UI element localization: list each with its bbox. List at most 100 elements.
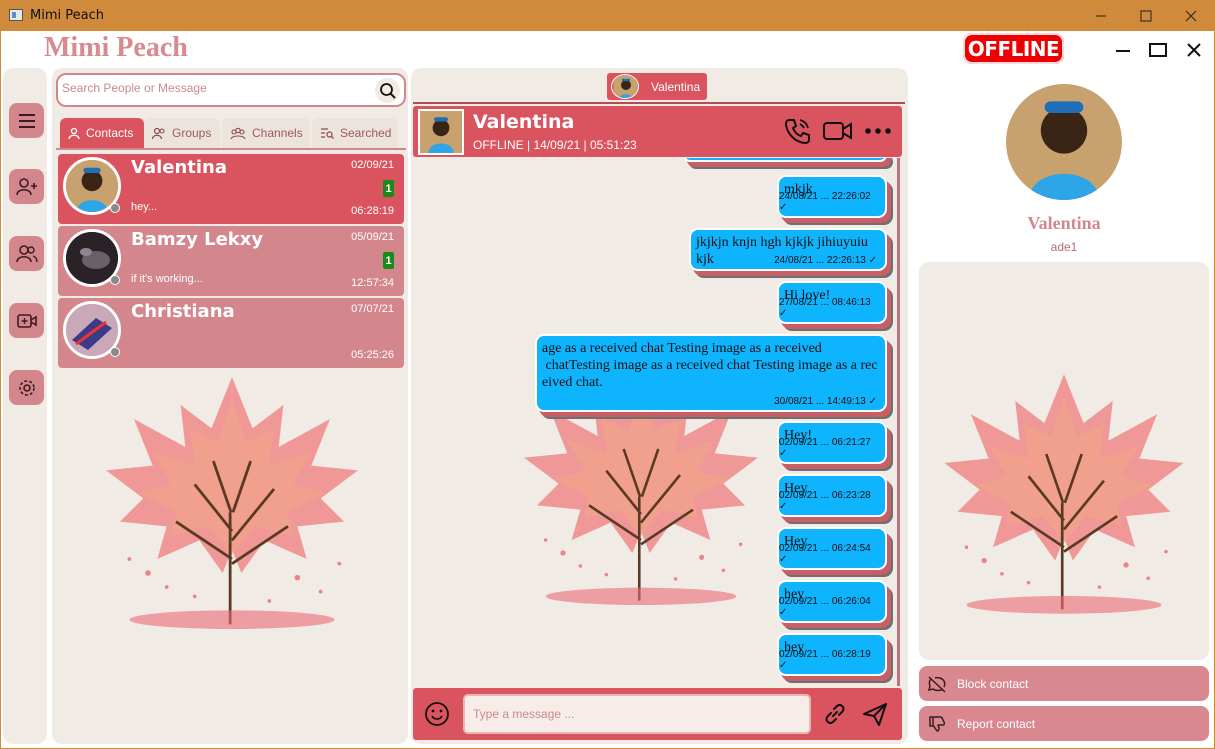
emoji-button[interactable] xyxy=(421,698,453,730)
more-options-button[interactable] xyxy=(861,115,895,147)
search-input[interactable] xyxy=(62,81,362,95)
tab-searched-label: Searched xyxy=(340,126,392,140)
chat-scrollbar[interactable] xyxy=(897,158,900,686)
people-group-icon xyxy=(230,127,246,139)
app-minimize-button[interactable] xyxy=(1111,38,1135,62)
profile-panel: Valentina ade1 Block contact Report cont… xyxy=(914,68,1214,744)
avatar xyxy=(611,74,639,99)
app-close-button[interactable] xyxy=(1182,38,1206,62)
unread-badge: 1 xyxy=(383,252,394,269)
close-icon xyxy=(1185,10,1197,21)
contact-date: 05/09/21 xyxy=(351,231,394,243)
last-message: if it's working... xyxy=(131,273,203,285)
message-bubble[interactable]: hey 02/09/21 ... 06:28:19 ✓ xyxy=(777,633,887,676)
message-meta: 24/08/21 ... 22:26:13 ✓ xyxy=(774,255,877,266)
message-bubble[interactable]: age as a received chat Testing image as … xyxy=(535,334,887,412)
person-icon xyxy=(68,127,80,139)
tab-searched[interactable]: Searched xyxy=(312,118,398,148)
contact-item-valentina[interactable]: Valentina 02/09/21 1 hey... 06:28:19 xyxy=(58,154,404,224)
message-bubble[interactable]: Hey 02/09/21 ... 06:23:28 ✓ xyxy=(777,474,887,517)
tab-groups[interactable]: Groups xyxy=(144,118,220,148)
minimize-button[interactable] xyxy=(1078,0,1124,31)
contact-date: 07/07/21 xyxy=(351,303,394,315)
send-button[interactable] xyxy=(859,698,891,730)
message-bubble[interactable]: Hey! 02/09/21 ... 06:21:27 ✓ xyxy=(777,421,887,464)
message-bubble[interactable]: jkjkjn knjn hgh kjkjk jihiuyuiu kjk 24/0… xyxy=(689,228,887,271)
message-bubble[interactable]: hey 02/09/21 ... 06:26:04 ✓ xyxy=(777,580,887,623)
message-text: age as a received chat Testing image as … xyxy=(542,340,878,391)
video-call-button[interactable] xyxy=(820,115,856,147)
message-meta: 30/08/21 ... 14:49:13 ✓ xyxy=(774,396,877,407)
tree-illustration xyxy=(931,344,1197,644)
message-meta: 02/09/21 ... 06:24:54 ✓ xyxy=(779,543,871,565)
send-icon xyxy=(863,703,887,726)
chat-contact-status: OFFLINE | 14/09/21 | 05:51:23 xyxy=(473,138,637,152)
tab-contacts-label: Contacts xyxy=(86,126,134,140)
tab-groups-label: Groups xyxy=(172,126,212,140)
tab-divider xyxy=(413,102,905,104)
message-bubble[interactable]: mkjk 24/08/21 ... 22:26:02 ✓ xyxy=(777,175,887,218)
search-button[interactable] xyxy=(375,78,400,103)
add-contact-button[interactable] xyxy=(9,169,44,204)
message-line: eived chat. xyxy=(542,375,603,390)
video-call-button[interactable] xyxy=(9,303,44,338)
close-icon xyxy=(1187,43,1201,57)
brand-title: Mimi Peach xyxy=(44,32,188,63)
contact-name: Christiana xyxy=(131,301,235,322)
contact-tabs: Contacts Groups Channels Searched xyxy=(56,118,406,150)
chat-tab-valentina[interactable]: Valentina xyxy=(607,73,707,100)
avatar xyxy=(418,109,464,155)
contact-date: 02/09/21 xyxy=(351,159,394,171)
add-person-icon xyxy=(15,177,37,195)
message-bubble[interactable]: Hey 02/09/21 ... 06:24:54 ✓ xyxy=(777,527,887,570)
chat-tab-label: Valentina xyxy=(651,79,701,94)
contact-time: 06:28:19 xyxy=(351,205,394,217)
search-list-icon xyxy=(321,128,334,139)
tab-contacts[interactable]: Contacts xyxy=(60,118,144,148)
contact-item-bamzy-lekxy[interactable]: Bamzy Lekxy 05/09/21 1 if it's working..… xyxy=(58,226,404,296)
message-meta: 02/09/21 ... 06:26:04 ✓ xyxy=(779,596,871,618)
unread-badge: 1 xyxy=(383,180,394,197)
message-meta: 02/09/21 ... 06:23:28 ✓ xyxy=(779,490,871,512)
message-bubble-partial xyxy=(683,158,887,162)
message-composer xyxy=(413,688,902,740)
contact-name: Bamzy Lekxy xyxy=(131,229,264,250)
block-contact-button[interactable]: Block contact xyxy=(919,666,1209,701)
block-chat-icon xyxy=(927,675,946,693)
video-camera-icon xyxy=(16,313,37,328)
profile-avatar xyxy=(1006,84,1122,200)
contacts-panel: Contacts Groups Channels Searched Valent… xyxy=(52,68,408,744)
report-contact-label: Report contact xyxy=(957,716,1036,731)
presence-dot xyxy=(110,203,120,213)
menu-button[interactable] xyxy=(9,103,44,138)
contact-item-christiana[interactable]: Christiana 07/07/21 05:25:26 xyxy=(58,298,404,368)
presence-dot xyxy=(110,347,120,357)
tab-channels[interactable]: Channels xyxy=(222,118,310,148)
more-dots-icon xyxy=(865,128,891,134)
message-input[interactable] xyxy=(463,694,811,734)
tab-channels-label: Channels xyxy=(252,126,303,140)
report-contact-button[interactable]: Report contact xyxy=(919,706,1209,741)
message-meta: 27/08/21 ... 08:46:13 ✓ xyxy=(779,297,871,319)
video-camera-icon xyxy=(823,122,852,140)
groups-button[interactable] xyxy=(9,236,44,271)
people-icon xyxy=(15,244,38,262)
message-bubble[interactable]: Hi love! 27/08/21 ... 08:46:13 ✓ xyxy=(777,281,887,324)
window-titlebar: Mimi Peach xyxy=(0,0,1215,31)
attach-link-button[interactable] xyxy=(819,698,851,730)
maximize-button[interactable] xyxy=(1123,0,1169,31)
profile-background xyxy=(919,262,1209,660)
minimize-icon xyxy=(1116,50,1130,52)
message-meta: 02/09/21 ... 06:21:27 ✓ xyxy=(779,437,871,459)
maximize-icon xyxy=(1140,10,1152,21)
block-contact-label: Block contact xyxy=(957,676,1029,691)
contact-time: 12:57:34 xyxy=(351,277,394,289)
close-window-button[interactable] xyxy=(1168,0,1214,31)
settings-button[interactable] xyxy=(9,370,44,405)
message-line: age as a received chat Testing image as … xyxy=(542,341,822,356)
chat-header: Valentina OFFLINE | 14/09/21 | 05:51:23 xyxy=(413,106,902,157)
app-maximize-button[interactable] xyxy=(1146,38,1170,62)
last-message: hey... xyxy=(131,201,158,213)
voice-call-button[interactable] xyxy=(781,115,815,147)
window-title: Mimi Peach xyxy=(30,8,104,23)
